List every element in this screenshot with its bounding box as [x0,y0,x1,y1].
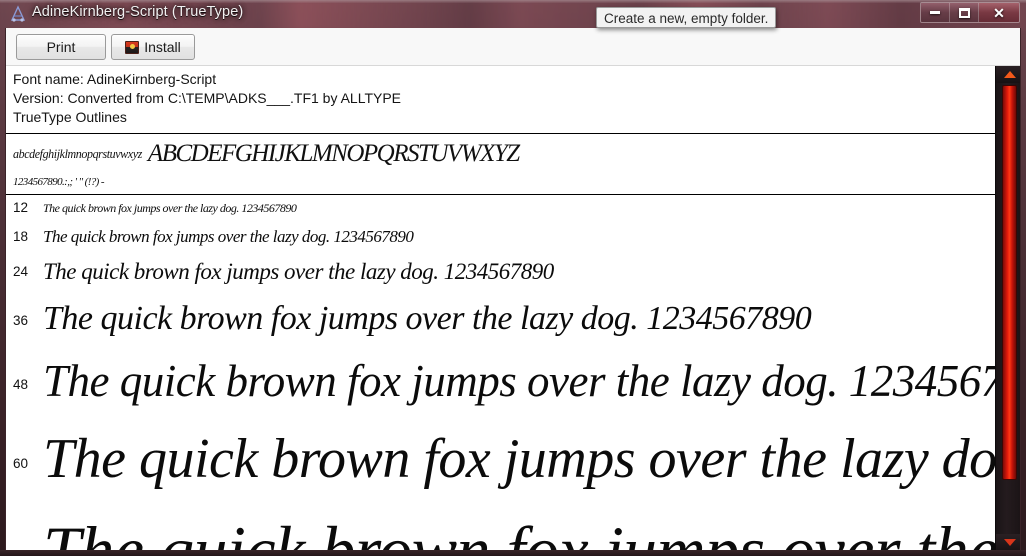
size-row: 36 The quick brown fox jumps over the la… [6,291,995,346]
close-icon: ✕ [993,4,1005,21]
size-label: 24 [13,264,29,279]
size-sample-text: The quick brown fox jumps over the lazy … [43,512,995,551]
minimize-icon [930,11,940,14]
install-button[interactable]: Install [111,34,195,60]
print-button[interactable]: Print [16,34,106,60]
window-title: AdineKirnberg-Script (TrueType) [32,4,244,20]
minimize-button[interactable] [921,3,950,22]
size-label: 72 [13,550,28,551]
size-row: 24 The quick brown fox jumps over the la… [6,253,995,291]
font-version-line: Version: Converted from C:\TEMP\ADKS___.… [13,90,402,106]
size-label: 18 [13,229,29,244]
print-button-label: Print [46,39,76,55]
scroll-down-arrow-icon [1003,539,1016,546]
size-row: 48 The quick brown fox jumps over the la… [6,346,995,416]
size-row: 60 The quick brown fox jumps over the la… [6,416,995,502]
size-sample-text: The quick brown fox jumps over the lazy … [43,356,995,406]
font-metadata: Font name: AdineKirnberg-Script Version:… [6,66,995,127]
size-label: 48 [13,377,29,392]
size-sample-text: The quick brown fox jumps over the lazy … [43,201,297,215]
vertical-scrollbar[interactable] [995,66,1020,550]
font-outlines-line: TrueType Outlines [13,109,127,125]
maximize-button[interactable] [950,3,979,22]
maximize-icon [958,7,970,18]
font-name-line: Font name: AdineKirnberg-Script [13,71,217,87]
size-sample-text: The quick brown fox jumps over the lazy … [43,259,554,284]
scroll-up-button[interactable] [996,66,1020,83]
client-area: Print Install Font name: AdineKirnberg-S… [5,28,1021,551]
font-file-icon [10,5,26,22]
scroll-down-button[interactable] [996,534,1020,550]
size-sample-text: The quick brown fox jumps over the lazy … [43,300,812,337]
size-sample-text: The quick brown fox jumps over the lazy … [43,227,414,246]
scrollbar-thumb[interactable] [1002,85,1017,480]
size-label: 36 [13,313,29,328]
font-preview-window: AdineKirnberg-Script (TrueType) ✕ Create… [0,0,1026,556]
scroll-up-arrow-icon [1003,71,1016,78]
uac-shield-icon [125,40,140,54]
toolbar: Print Install [6,28,1020,66]
tooltip: Create a new, empty folder. [596,7,777,28]
size-sample-rows: 12 The quick brown fox jumps over the la… [6,195,995,551]
close-button[interactable]: ✕ [979,3,1019,22]
size-row: 12 The quick brown fox jumps over the la… [6,195,995,221]
size-label: 12 [13,200,29,215]
install-button-label: Install [144,39,181,55]
window-controls: ✕ [920,2,1020,23]
font-preview-pane: Font name: AdineKirnberg-Script Version:… [6,66,995,551]
glyph-digits-punctuation: 1234567890.:,; ' " (!?) - [13,176,105,188]
glyph-uppercase: ABCDEFGHIJKLMNOPQRSTUVWXYZ [147,140,520,167]
size-label: 60 [13,456,29,471]
title-bar[interactable]: AdineKirnberg-Script (TrueType) ✕ [0,0,1026,28]
size-row: 72 The quick brown fox jumps over the la… [6,502,995,551]
size-row: 18 The quick brown fox jumps over the la… [6,221,995,253]
size-sample-text: The quick brown fox jumps over the lazy … [43,428,995,490]
glyph-lowercase: abcdefghijklmnopqrstuvwxyz [13,146,142,161]
glyph-sample-block: abcdefghijklmnopqrstuvwxyz ABCDEFGHIJKLMN… [6,134,995,194]
